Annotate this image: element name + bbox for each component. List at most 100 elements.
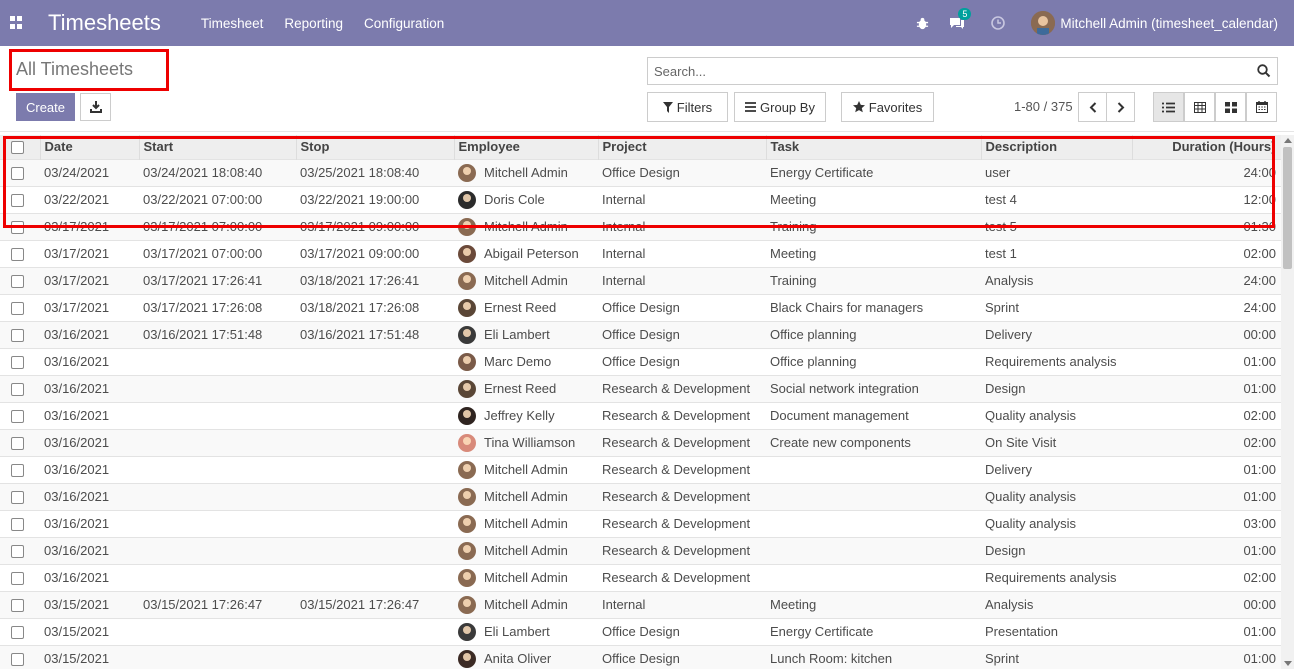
employee-name: Mitchell Admin [484, 489, 568, 504]
row-checkbox[interactable] [11, 410, 24, 424]
search-input[interactable] [648, 58, 1248, 84]
search-icon[interactable] [1257, 64, 1271, 81]
table-row[interactable]: 03/16/2021 Tina Williamson Research & Deve… [0, 428, 1281, 456]
row-checkbox[interactable] [11, 518, 24, 532]
column-header-project[interactable]: Project [598, 135, 767, 159]
app-menu-grid-icon[interactable] [10, 16, 24, 30]
favorites-button[interactable]: Favorites [841, 92, 934, 122]
messages-chat-icon[interactable]: 5 [949, 8, 972, 30]
table-row[interactable]: 03/16/2021 Mitchell Admin Research & Devel… [0, 536, 1281, 564]
cell-date: 03/16/2021 [40, 428, 139, 456]
table-row[interactable]: 03/16/2021 03/16/2021 17:51:48 03/16/2021 … [0, 320, 1281, 348]
cell-description: Design [981, 374, 1132, 402]
debug-bug-icon[interactable] [916, 17, 929, 30]
column-header-task[interactable]: Task [766, 135, 982, 159]
row-checkbox[interactable] [11, 167, 24, 181]
table-row[interactable]: 03/16/2021 Mitchell Admin Research & Devel… [0, 563, 1281, 591]
row-checkbox[interactable] [11, 248, 24, 262]
row-checkbox[interactable] [11, 491, 24, 505]
employee-cell-content: Mitchell Admin [458, 595, 598, 614]
table-row[interactable]: 03/16/2021 Ernest Reed Research & Developm… [0, 374, 1281, 402]
table-row[interactable]: 03/17/2021 03/17/2021 17:26:41 03/18/2021 … [0, 266, 1281, 294]
cell-project: Internal [598, 185, 766, 213]
app-brand[interactable]: Timesheets [48, 10, 161, 36]
table-row[interactable]: 03/16/2021 Mitchell Admin Research & Devel… [0, 482, 1281, 510]
filters-button[interactable]: Filters [647, 92, 728, 122]
scroll-up-arrow-icon[interactable] [1284, 138, 1292, 143]
cell-stop [296, 347, 454, 375]
scrollbar-thumb[interactable] [1283, 147, 1292, 269]
row-checkbox[interactable] [11, 626, 24, 640]
user-avatar[interactable] [1031, 11, 1056, 35]
row-checkbox[interactable] [11, 302, 24, 316]
employee-cell-content: Ernest Reed [458, 298, 598, 317]
export-download-button[interactable] [80, 93, 111, 121]
table-row[interactable]: 03/16/2021 Mitchell Admin Research & Devel… [0, 509, 1281, 537]
menu-timesheet[interactable]: Timesheet [201, 16, 264, 31]
list-view-button[interactable] [1153, 92, 1184, 122]
cell-task: Create new components [766, 428, 981, 456]
row-checkbox[interactable] [11, 545, 24, 559]
table-row[interactable]: 03/16/2021 Marc Demo Office Design Office p… [0, 347, 1281, 375]
row-checkbox[interactable] [11, 221, 24, 235]
cell-stop [296, 428, 454, 456]
cell-duration: 02:00 [1132, 239, 1281, 267]
row-checkbox[interactable] [11, 572, 24, 586]
table-row[interactable]: 03/15/2021 Anita Oliver Office Design Lunch… [0, 644, 1281, 669]
create-button[interactable]: Create [16, 93, 75, 121]
cell-description: Requirements analysis [981, 563, 1132, 591]
row-checkbox[interactable] [11, 356, 24, 370]
activity-clock-icon[interactable] [991, 16, 1006, 30]
column-header-employee[interactable]: Employee [454, 135, 599, 159]
cell-task: Document management [766, 401, 981, 429]
calendar-view-button[interactable] [1246, 92, 1277, 122]
cell-description: user [981, 158, 1132, 186]
column-header-stop[interactable]: Stop [296, 135, 455, 159]
select-all-checkbox[interactable] [11, 141, 24, 155]
table-row[interactable]: 03/17/2021 03/17/2021 17:26:08 03/18/2021 … [0, 293, 1281, 321]
table-row[interactable]: 03/16/2021 Mitchell Admin Research & Devel… [0, 455, 1281, 483]
employee-cell-content: Mitchell Admin [458, 541, 598, 560]
table-row[interactable]: 03/15/2021 03/15/2021 17:26:47 03/15/2021 … [0, 590, 1281, 618]
row-checkbox[interactable] [11, 599, 24, 613]
cell-date: 03/15/2021 [40, 617, 139, 645]
column-header-date[interactable]: Date [40, 135, 140, 159]
user-menu-name[interactable]: Mitchell Admin (timesheet_calendar) [1060, 16, 1278, 31]
table-row[interactable]: 03/17/2021 03/17/2021 07:00:00 03/17/2021 … [0, 212, 1281, 240]
row-checkbox[interactable] [11, 329, 24, 343]
pager-next-button[interactable] [1106, 92, 1135, 122]
group-by-button[interactable]: Group By [734, 92, 826, 122]
pivot-view-button[interactable] [1184, 92, 1215, 122]
favorites-label: Favorites [868, 99, 923, 115]
cell-project: Office Design [598, 320, 766, 348]
kanban-view-button[interactable] [1215, 92, 1246, 122]
cell-task: Meeting [766, 185, 981, 213]
row-checkbox[interactable] [11, 383, 24, 397]
column-header-duration[interactable]: Duration (Hours) [1132, 135, 1281, 159]
row-checkbox[interactable] [11, 275, 24, 289]
menu-reporting[interactable]: Reporting [284, 16, 343, 31]
table-row[interactable]: 03/22/2021 03/22/2021 07:00:00 03/22/2021 … [0, 185, 1281, 213]
employee-cell-content: Tina Williamson [458, 433, 598, 452]
row-select-cell [0, 428, 40, 456]
pager-value[interactable]: 1-80 / 375 [1014, 99, 1073, 114]
pager-previous-button[interactable] [1078, 92, 1107, 122]
list-scrollbar[interactable] [1281, 135, 1294, 669]
group-by-bars-icon [745, 102, 757, 112]
table-row[interactable]: 03/17/2021 03/17/2021 07:00:00 03/17/2021 … [0, 239, 1281, 267]
row-checkbox[interactable] [11, 194, 24, 208]
column-header-start[interactable]: Start [139, 135, 297, 159]
scroll-down-arrow-icon[interactable] [1284, 661, 1292, 666]
row-checkbox[interactable] [11, 653, 24, 667]
row-select-cell [0, 239, 40, 267]
cell-project: Research & Development [598, 455, 766, 483]
cell-task: Energy Certificate [766, 617, 981, 645]
cell-stop: 03/18/2021 17:26:41 [296, 266, 454, 294]
table-row[interactable]: 03/15/2021 Eli Lambert Office Design Energy… [0, 617, 1281, 645]
menu-configuration[interactable]: Configuration [364, 16, 444, 31]
table-row[interactable]: 03/24/2021 03/24/2021 18:08:40 03/25/2021 … [0, 158, 1281, 186]
column-header-description[interactable]: Description [981, 135, 1133, 159]
table-row[interactable]: 03/16/2021 Jeffrey Kelly Research & Develo… [0, 401, 1281, 429]
row-checkbox[interactable] [11, 437, 24, 451]
row-checkbox[interactable] [11, 464, 24, 478]
